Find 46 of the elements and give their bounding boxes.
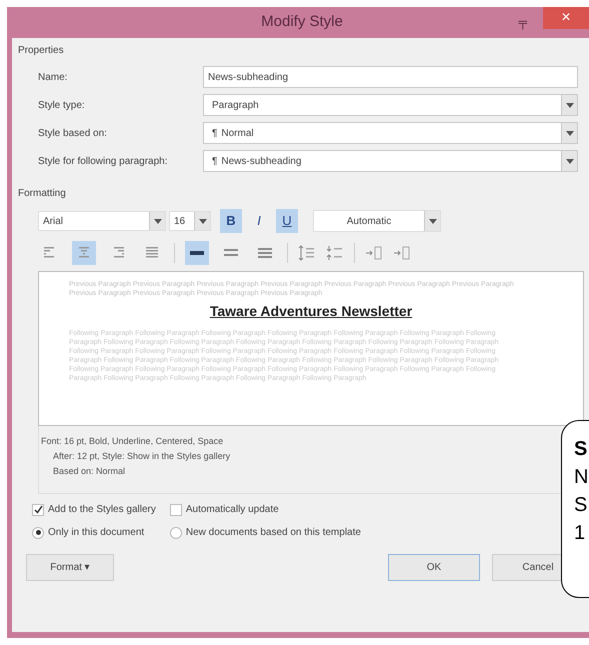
dropdown[interactable]: Paragraph bbox=[203, 94, 578, 116]
format-toggle[interactable]: I bbox=[248, 209, 270, 233]
option-label: New documents based on this template bbox=[186, 526, 361, 540]
field-label: Style type: bbox=[38, 98, 86, 112]
dropdown-value: ¶ Normal bbox=[211, 126, 255, 140]
field-label: Style based on: bbox=[38, 126, 108, 140]
dropdown[interactable]: ¶ News-subheading bbox=[203, 150, 578, 172]
option-label: Only in this document bbox=[48, 526, 144, 540]
pin-button[interactable]: ╤ bbox=[518, 13, 527, 31]
paragraph-spacing-icon[interactable] bbox=[326, 245, 344, 261]
dropdown-value: ¶ News-subheading bbox=[211, 154, 302, 168]
section-heading: Properties bbox=[18, 44, 65, 58]
callout-text: N bbox=[574, 465, 588, 490]
section-heading: Formatting bbox=[18, 187, 67, 201]
callout-text: S bbox=[574, 437, 588, 462]
dropdown[interactable]: ¶ Normal bbox=[203, 122, 578, 144]
window-title: Modify Style bbox=[261, 12, 343, 32]
size-dropdown[interactable]: 16 bbox=[169, 211, 211, 231]
format-button[interactable]: Format ▾ bbox=[26, 554, 114, 581]
field-label: Style for following paragraph: bbox=[38, 154, 169, 168]
checkbox[interactable] bbox=[32, 504, 44, 516]
indent-icon[interactable] bbox=[365, 245, 383, 261]
preview-sample-text: Taware Adventures Newsletter bbox=[208, 302, 414, 321]
callout-text: 1 bbox=[574, 521, 586, 546]
callout-text: S bbox=[574, 493, 588, 518]
ok-button[interactable]: OK bbox=[388, 554, 480, 581]
input-field[interactable]: News-subheading bbox=[203, 66, 578, 88]
line-spacing-icon[interactable] bbox=[185, 241, 209, 265]
close-button[interactable]: × bbox=[543, 7, 589, 29]
option-label: Add to the Styles gallery bbox=[48, 503, 156, 517]
paragraph-spacing-icon[interactable] bbox=[298, 245, 316, 261]
description-line: Font: 16 pt, Bold, Underline, Centered, Space bbox=[41, 435, 224, 448]
color-dropdown[interactable]: Automatic bbox=[313, 210, 441, 232]
align-icon[interactable] bbox=[72, 241, 96, 265]
format-toggle[interactable]: B bbox=[220, 209, 242, 233]
radio-button[interactable] bbox=[32, 526, 44, 538]
radio-button[interactable] bbox=[170, 526, 182, 538]
format-toggle[interactable]: U bbox=[276, 209, 298, 233]
description-line: Based on: Normal bbox=[52, 465, 126, 478]
checkbox[interactable] bbox=[170, 504, 182, 516]
option-label: Automatically update bbox=[186, 503, 279, 517]
description-line: After: 12 pt, Style: Show in the Styles gallery bbox=[52, 450, 232, 463]
indent-icon[interactable] bbox=[393, 245, 411, 261]
dropdown-value: Paragraph bbox=[211, 98, 260, 112]
field-label: Name: bbox=[38, 70, 68, 84]
font-dropdown[interactable]: Arial bbox=[38, 211, 166, 231]
